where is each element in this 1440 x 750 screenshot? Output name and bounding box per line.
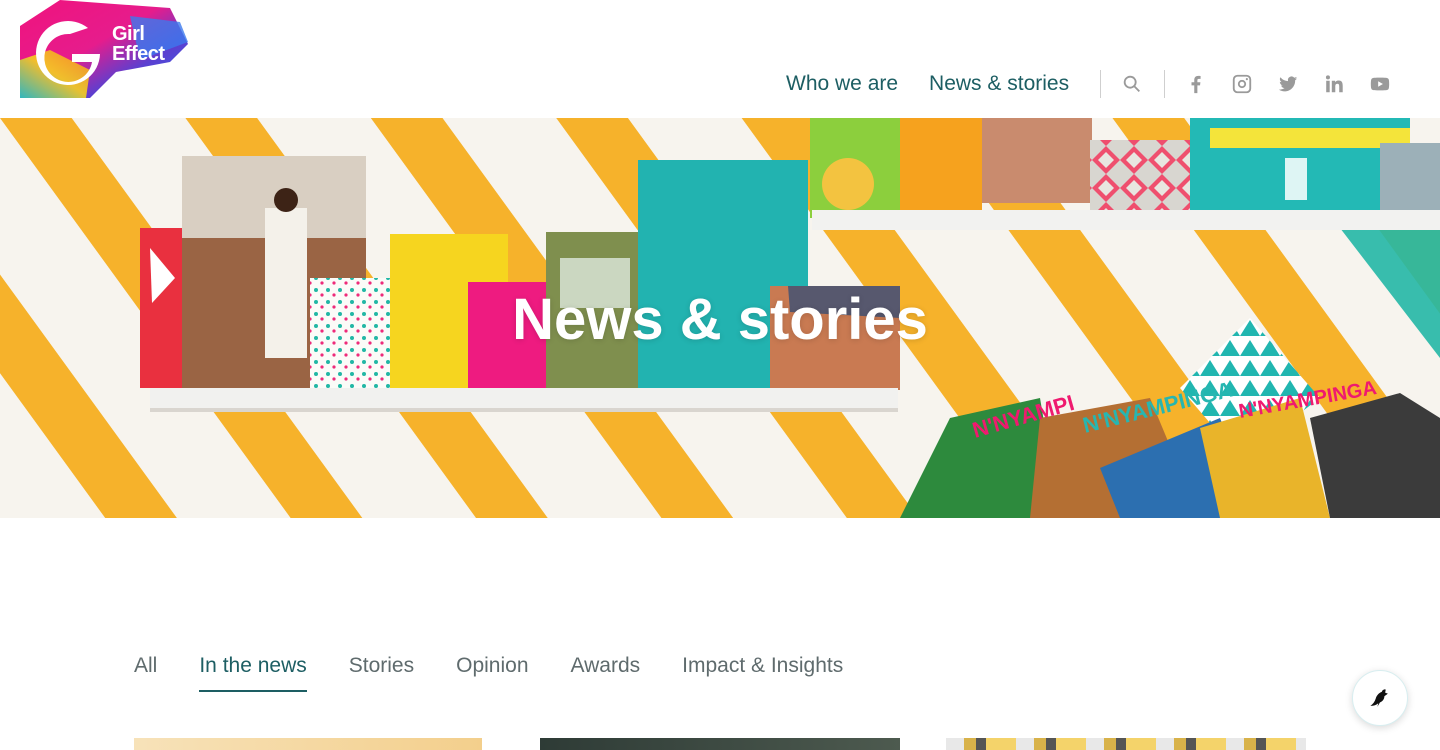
- tab-awards[interactable]: Awards: [571, 654, 641, 690]
- search-icon[interactable]: [1120, 72, 1144, 96]
- logo-word-girl: Girl: [112, 23, 145, 45]
- article-card-image[interactable]: [540, 738, 900, 750]
- category-tabs: All In the news Stories Opinion Awards I…: [134, 654, 885, 692]
- youtube-icon[interactable]: [1368, 72, 1392, 96]
- logo-word-effect: Effect: [112, 43, 165, 65]
- tab-opinion[interactable]: Opinion: [456, 654, 528, 690]
- nav-link-who-we-are[interactable]: Who we are: [786, 72, 898, 96]
- bird-icon: [1370, 689, 1388, 707]
- instagram-icon[interactable]: [1230, 72, 1254, 96]
- article-card-image[interactable]: [946, 738, 1306, 750]
- tab-stories[interactable]: Stories: [349, 654, 414, 690]
- site-header: Girl Effect Who we are News & stories: [0, 0, 1440, 118]
- hero-banner: N'NYAMPI N'NYAMPINGA N'NYAMPINGA News & …: [0, 118, 1440, 518]
- girl-effect-logo[interactable]: Girl Effect: [20, 0, 188, 98]
- facebook-icon[interactable]: [1184, 72, 1208, 96]
- nav-link-news-stories[interactable]: News & stories: [929, 72, 1069, 96]
- tab-all[interactable]: All: [134, 654, 157, 690]
- hero-title: News & stories: [512, 287, 928, 352]
- tab-impact-insights[interactable]: Impact & Insights: [682, 654, 843, 690]
- article-card-image[interactable]: [134, 738, 482, 750]
- social-links: [1184, 72, 1392, 96]
- tab-in-the-news[interactable]: In the news: [199, 654, 307, 692]
- main-nav: Who we are News & stories: [786, 66, 1392, 102]
- chat-widget-button[interactable]: [1352, 670, 1408, 726]
- nav-divider-2: [1164, 70, 1166, 98]
- nav-divider: [1100, 70, 1102, 98]
- twitter-icon[interactable]: [1276, 72, 1300, 96]
- linkedin-icon[interactable]: [1322, 72, 1346, 96]
- logo-wordmark: Girl Effect: [112, 24, 165, 64]
